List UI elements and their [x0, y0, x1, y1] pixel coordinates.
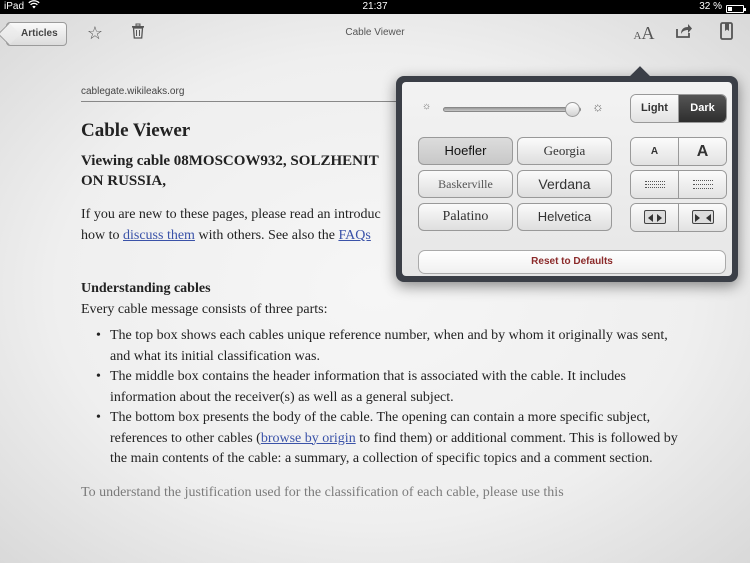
popover-panel: ☼ ☼ Light Dark Hoefler Georgia Baskervil…: [402, 82, 732, 276]
reader-page: Articles ☆ Cable Viewer AA cablegate.wik…: [0, 14, 750, 563]
battery-percent: 32 %: [699, 1, 722, 12]
font-size-smaller-button[interactable]: A: [631, 138, 678, 165]
brightness-slider-knob[interactable]: [565, 102, 581, 117]
status-bar: iPad 21:37 32 %: [0, 0, 750, 14]
intro-text-1: If you are new to these pages, please re…: [81, 207, 381, 222]
browse-by-origin-link[interactable]: browse by origin: [261, 431, 356, 446]
section-intro: Every cable message consists of three pa…: [81, 302, 328, 317]
line-spacing-control: [630, 170, 727, 199]
intro-text-2: how to: [81, 228, 123, 243]
share-icon[interactable]: [673, 22, 695, 44]
intro-paragraph: If you are new to these pages, please re…: [81, 204, 401, 246]
margin-control: [630, 203, 727, 232]
theme-dark-button[interactable]: Dark: [678, 95, 726, 122]
font-size-larger-button[interactable]: A: [678, 138, 726, 165]
trailing-text: To understand the justification used for…: [81, 484, 564, 500]
cable-parts-list: The top box shows each cables unique ref…: [81, 326, 681, 470]
margin-wide-button[interactable]: [678, 204, 726, 231]
bookmark-icon[interactable]: [716, 22, 738, 44]
margin-wide-icon: [691, 210, 714, 225]
margin-narrow-button[interactable]: [631, 204, 678, 231]
brightness-slider[interactable]: [443, 102, 581, 117]
font-hoefler-button[interactable]: Hoefler: [418, 137, 513, 165]
battery-icon: [726, 4, 746, 13]
font-settings-icon[interactable]: AA: [632, 22, 656, 44]
font-helvetica-button[interactable]: Helvetica: [517, 203, 612, 231]
list-item: The middle box contains the header infor…: [81, 367, 681, 408]
brightness-high-icon: ☼: [592, 99, 604, 114]
font-baskerville-button[interactable]: Baskerville: [418, 170, 513, 198]
theme-light-button[interactable]: Light: [631, 95, 678, 122]
discuss-link[interactable]: discuss them: [123, 228, 195, 243]
font-palatino-button[interactable]: Palatino: [418, 203, 513, 231]
line-spacing-wide-icon: [692, 177, 713, 192]
list-item: The top box shows each cables unique ref…: [81, 326, 681, 367]
font-verdana-button[interactable]: Verdana: [517, 170, 612, 198]
brightness-low-icon: ☼: [422, 101, 432, 112]
line-spacing-tight-icon: [644, 179, 665, 190]
intro-text-3: with others. See also the: [194, 228, 339, 243]
status-right: 32 %: [699, 0, 746, 14]
list-item: The bottom box presents the body of the …: [81, 408, 681, 470]
faqs-link[interactable]: FAQs: [338, 228, 370, 243]
section-title: Understanding cables: [81, 281, 211, 296]
line-spacing-tight-button[interactable]: [631, 171, 678, 198]
line-spacing-wide-button[interactable]: [678, 171, 726, 198]
font-georgia-button[interactable]: Georgia: [517, 137, 612, 165]
font-size-control: A A: [630, 137, 727, 166]
theme-toggle: Light Dark: [630, 94, 727, 123]
reset-defaults-button[interactable]: Reset to Defaults: [418, 250, 726, 274]
status-time: 21:37: [362, 1, 388, 12]
display-settings-popover: ☼ ☼ Light Dark Hoefler Georgia Baskervil…: [396, 76, 738, 282]
margin-narrow-icon: [643, 210, 666, 225]
reader-toolbar: Articles ☆ Cable Viewer AA: [0, 14, 750, 52]
article-subtitle: Viewing cable 08MOSCOW932, SOLZHENIT ON …: [81, 153, 379, 189]
battery-fill: [728, 6, 733, 11]
